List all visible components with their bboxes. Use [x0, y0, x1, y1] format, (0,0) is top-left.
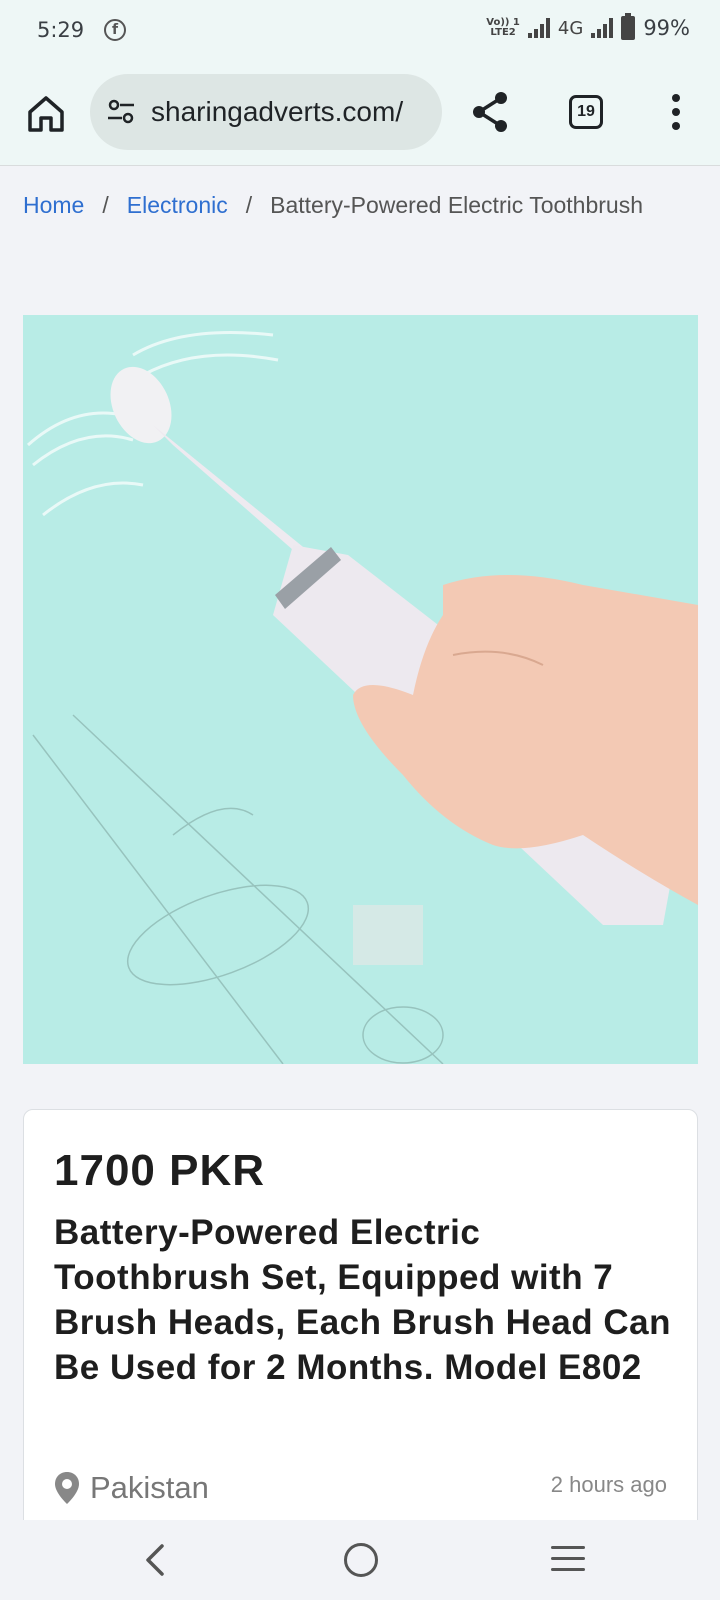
tabs-icon[interactable]: 19	[569, 95, 603, 129]
system-nav-bar	[0, 1520, 720, 1600]
location-pin-icon	[55, 1472, 79, 1504]
status-bar: 5:29 f Vo)) 1 LTE2 4G 99%	[0, 0, 720, 62]
battery-percent: 99%	[643, 16, 690, 40]
breadcrumb-category[interactable]: Electronic	[127, 192, 228, 219]
product-image[interactable]	[23, 315, 698, 1064]
status-time: 5:29	[37, 18, 85, 42]
address-bar[interactable]: sharingadverts.com/	[90, 74, 442, 150]
product-location: Pakistan	[54, 1470, 209, 1506]
breadcrumb: Home / Electronic / Battery-Powered Elec…	[23, 192, 643, 219]
recents-icon[interactable]	[551, 1546, 585, 1574]
facebook-notification-icon: f	[104, 19, 126, 41]
signal-icon	[527, 18, 550, 38]
browser-toolbar: sharingadverts.com/ 19	[0, 62, 720, 166]
status-indicators: Vo)) 1 LTE2 4G 99%	[486, 13, 690, 40]
url-text[interactable]: sharingadverts.com/	[151, 96, 403, 128]
share-icon[interactable]	[470, 90, 510, 134]
home-circle-icon[interactable]	[344, 1543, 378, 1577]
battery-icon	[621, 13, 636, 40]
posted-time: 2 hours ago	[550, 1472, 667, 1497]
product-price: 1700 PKR	[54, 1146, 266, 1195]
product-card: 1700 PKR Battery-Powered Electric Toothb…	[23, 1109, 698, 1529]
breadcrumb-current: Battery-Powered Electric Toothbrush	[270, 192, 643, 218]
toothbrush-illustration	[23, 315, 698, 1064]
breadcrumb-separator: /	[102, 192, 109, 218]
volte-indicator: Vo)) 1 LTE2	[486, 17, 520, 38]
signal-icon-2	[591, 18, 614, 38]
tune-icon[interactable]	[106, 98, 136, 126]
network-type: 4G	[557, 17, 584, 39]
breadcrumb-separator: /	[245, 192, 253, 218]
home-icon[interactable]	[24, 92, 68, 136]
product-title: Battery-Powered Electric Toothbrush Set,…	[54, 1213, 671, 1387]
breadcrumb-home[interactable]: Home	[23, 192, 84, 219]
back-icon[interactable]	[140, 1540, 170, 1580]
more-vert-icon[interactable]	[664, 94, 688, 134]
location-text: Pakistan	[90, 1470, 209, 1505]
